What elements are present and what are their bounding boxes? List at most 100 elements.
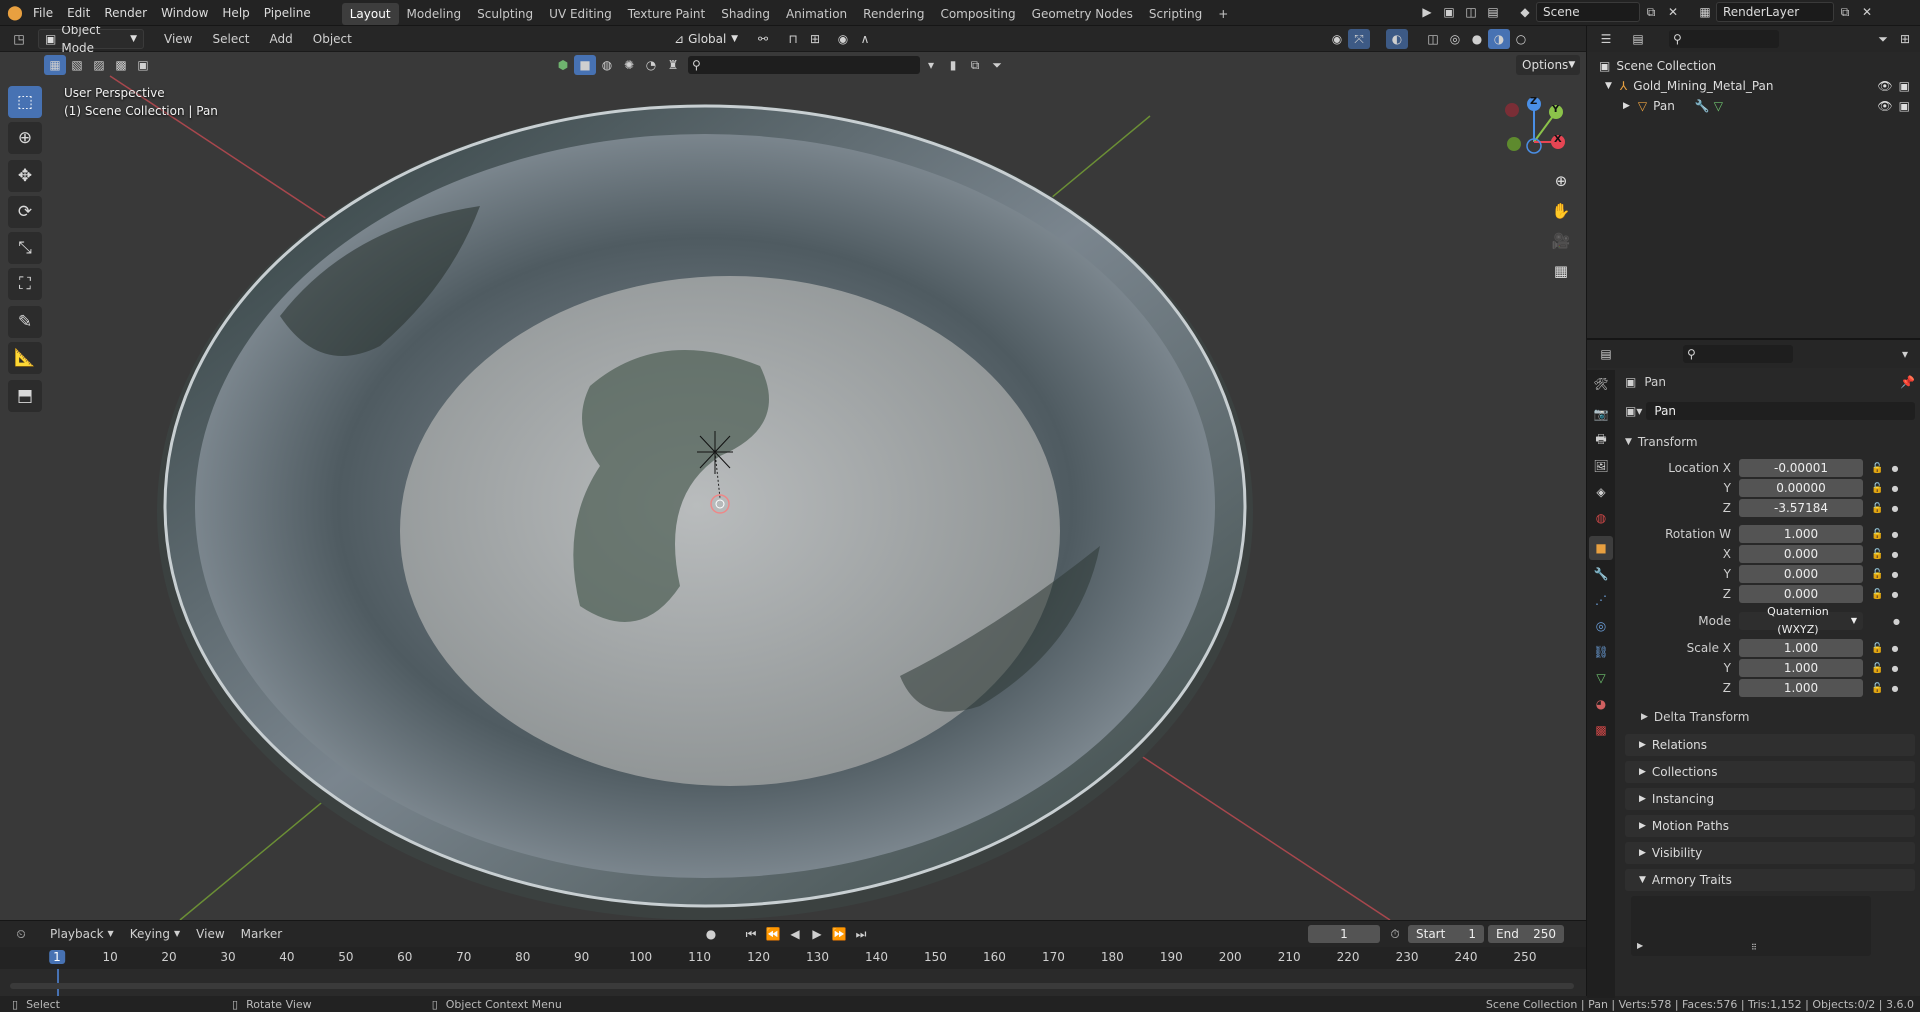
layers-icon[interactable]: ⧉ (964, 55, 986, 75)
keyframe-dot-icon[interactable]: ● (1891, 570, 1898, 579)
outliner-search-input[interactable]: ⚲ (1669, 30, 1779, 48)
rotate-tool[interactable]: ⟳ (8, 196, 42, 228)
timeline-scrollbar[interactable] (10, 983, 1574, 989)
rotation-mode-dropdown[interactable]: Quaternion (WXYZ) ▼ (1739, 605, 1863, 636)
3d-viewport[interactable]: ◳ ▣ Object Mode ▼ View Select Add Object ⊿ … (0, 26, 1586, 920)
lock-icon[interactable]: 🔓 (1871, 503, 1883, 514)
tab-uv-editing[interactable]: UV Editing (541, 3, 620, 25)
play-icon[interactable]: ▶ (1416, 2, 1438, 22)
object-filter-icon[interactable]: ■ (574, 55, 596, 75)
tab-geometry-nodes[interactable]: Geometry Nodes (1024, 3, 1141, 25)
texture-tab-icon[interactable]: ▩ (1589, 718, 1613, 742)
lock-icon[interactable]: 🔓 (1871, 663, 1883, 674)
snap-icon[interactable]: ⊓ (782, 29, 804, 49)
render-icon[interactable]: ▣ (1438, 2, 1460, 22)
keyframe-dot-icon[interactable]: ● (1891, 684, 1898, 693)
tab-sculpting[interactable]: Sculpting (469, 3, 541, 25)
lock-icon[interactable]: 🔓 (1871, 589, 1883, 600)
menu-pipeline[interactable]: Pipeline (257, 0, 318, 26)
chevron-down-icon[interactable]: ▾ (1894, 344, 1916, 364)
eye-icon[interactable]: 👁 (1877, 76, 1892, 96)
lock-icon[interactable]: 🔓 (1871, 483, 1883, 494)
world-filter-icon[interactable]: ◔ (640, 55, 662, 75)
scene-tab-icon[interactable]: ◈ (1589, 480, 1613, 504)
scene-name-field[interactable]: Scene (1536, 2, 1640, 22)
rendered-shading-icon[interactable]: ○ (1510, 29, 1532, 49)
tab--[interactable]: + (1210, 3, 1236, 25)
light-filter-icon[interactable]: ✺ (618, 55, 640, 75)
measure-tool[interactable]: 📐 (8, 342, 42, 374)
editor-type-icon[interactable]: ◳ (8, 29, 30, 49)
tab-compositing[interactable]: Compositing (932, 3, 1023, 25)
panel-instancing[interactable]: ▶ Instancing (1625, 788, 1915, 810)
collection-filter-icon[interactable]: ⬢ (552, 55, 574, 75)
display-mode-icon[interactable]: ▤ (1627, 29, 1649, 49)
editor-type-icon[interactable]: ▤ (1595, 344, 1617, 364)
add-cube-tool[interactable]: ⬒ (8, 380, 42, 412)
scale-tool[interactable]: ⤡ (8, 232, 42, 264)
zoom-icon[interactable]: ⊕ (1548, 168, 1574, 194)
wrench-icon[interactable]: 🔧 (1695, 96, 1710, 116)
tab-shading[interactable]: Shading (713, 3, 778, 25)
visibility-icon[interactable]: ◉ (1326, 29, 1348, 49)
options-dropdown[interactable]: Options ▼ (1516, 55, 1580, 75)
xray-icon[interactable]: ◫ (1422, 29, 1444, 49)
menu-help[interactable]: Help (215, 0, 256, 26)
mode-dropdown[interactable]: ▣ Object Mode ▼ (38, 26, 144, 55)
chevron-down-icon[interactable]: ▾ (920, 55, 942, 75)
menu-edit[interactable]: Edit (60, 0, 97, 26)
rotation-w-field[interactable]: 1.000 (1739, 525, 1863, 543)
pivot-icon[interactable]: ⚯ (752, 29, 774, 49)
eye-icon[interactable]: 👁 (1877, 96, 1892, 116)
location-z-field[interactable]: -3.57184 (1739, 499, 1863, 517)
delete-layer-icon[interactable]: ✕ (1856, 2, 1878, 22)
overlay-toggle-icon[interactable]: ◐ (1386, 29, 1408, 49)
keyframe-dot-icon[interactable]: ● (1893, 617, 1900, 626)
funnel-icon[interactable]: ⏷ (986, 55, 1008, 75)
snap-target-icon[interactable]: ⊞ (804, 29, 826, 49)
tab-rendering[interactable]: Rendering (855, 3, 932, 25)
renderlayer-icon[interactable]: ▦ (1694, 2, 1716, 22)
play-forward-icon[interactable]: ▶ (806, 924, 828, 944)
keyframe-dot-icon[interactable]: ● (1891, 644, 1898, 653)
tool-tab-icon[interactable]: 🛠 (1589, 372, 1613, 396)
world-tab-icon[interactable]: ◍ (1589, 506, 1613, 530)
physics-tab-icon[interactable]: ◎ (1589, 614, 1613, 638)
tab-texture-paint[interactable]: Texture Paint (620, 3, 713, 25)
delta-transform-header[interactable]: ▶ Delta Transform (1625, 706, 1915, 728)
workspace-icon[interactable]: ▤ (1482, 2, 1504, 22)
delete-scene-icon[interactable]: ✕ (1662, 2, 1684, 22)
data-tab-icon[interactable]: ▽ (1589, 666, 1613, 690)
rotation-x-field[interactable]: 0.000 (1739, 545, 1863, 563)
current-frame-field[interactable]: 1 (1308, 925, 1380, 943)
panel-collections[interactable]: ▶ Collections (1625, 761, 1915, 783)
funnel-icon[interactable]: ⏷ (1872, 29, 1894, 49)
annotate-tool[interactable]: ✎ (8, 306, 42, 338)
tab-animation[interactable]: Animation (778, 3, 855, 25)
keyframe-dot-icon[interactable]: ● (1891, 484, 1898, 493)
rotation-y-field[interactable]: 0.000 (1739, 565, 1863, 583)
pan-hand-icon[interactable]: ✋ (1548, 198, 1574, 224)
prev-keyframe-icon[interactable]: ⏪ (762, 924, 784, 944)
outliner-item-pan[interactable]: ▶ ▽ Pan 🔧 ▽ 👁 ▣ (1593, 96, 1914, 116)
scale-z-field[interactable]: 1.000 (1739, 679, 1863, 697)
panel-visibility[interactable]: ▶ Visibility (1625, 842, 1915, 864)
menu-file[interactable]: File (26, 0, 60, 26)
resize-grip-icon[interactable]: ⠿ (1751, 943, 1757, 952)
scene-icon[interactable]: ◆ (1514, 2, 1536, 22)
jump-start-icon[interactable]: ⏮ (740, 924, 762, 944)
keyframe-dot-icon[interactable]: ● (1891, 464, 1898, 473)
pin-icon[interactable]: 📌 (1900, 375, 1915, 389)
render-layer-field[interactable]: RenderLayer (1716, 2, 1834, 22)
select-invert-icon[interactable]: ▩ (110, 55, 132, 75)
lock-icon[interactable]: 🔓 (1871, 549, 1883, 560)
select-intersect-icon[interactable]: ▣ (132, 55, 154, 75)
modifier-tab-icon[interactable]: 🔧 (1589, 562, 1613, 586)
lock-icon[interactable]: 🔓 (1871, 529, 1883, 540)
panel-motion-paths[interactable]: ▶ Motion Paths (1625, 815, 1915, 837)
datablock-name-field[interactable]: Pan (1646, 402, 1915, 420)
wireframe-shading-icon[interactable]: ◎ (1444, 29, 1466, 49)
viewport-search-input[interactable]: ⚲ (688, 56, 920, 74)
proportional-edit-icon[interactable]: ◉ (832, 29, 854, 49)
camera-icon[interactable]: ▣ (1899, 96, 1910, 116)
